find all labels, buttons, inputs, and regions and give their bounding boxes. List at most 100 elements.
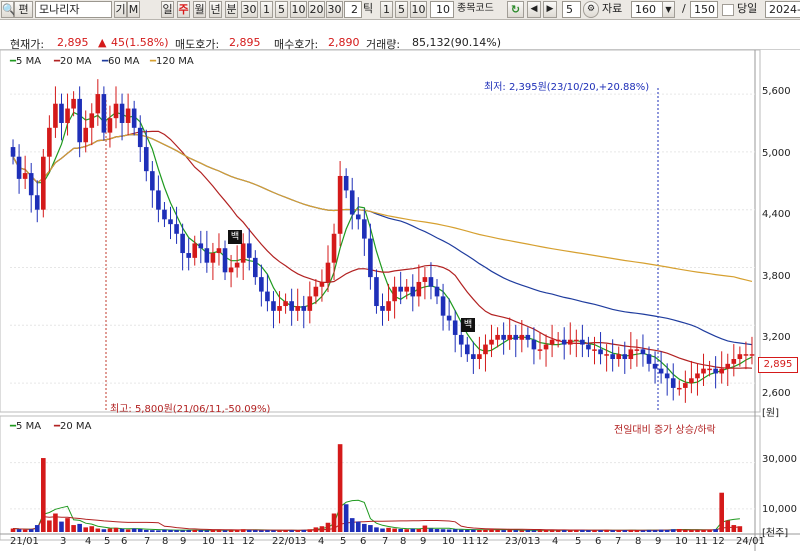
candle-body — [180, 233, 185, 254]
volume-bar — [198, 530, 204, 532]
volume-bar — [362, 523, 367, 532]
candle-body — [234, 262, 240, 268]
volume-bar — [325, 522, 331, 532]
volume-bar — [689, 529, 694, 532]
candle-body — [392, 286, 397, 302]
candle-body — [283, 301, 288, 307]
volume-bar — [392, 528, 397, 532]
volume-bar — [253, 530, 258, 532]
candle-body — [658, 368, 664, 374]
high-annotation: 최고: 5,800원(21/06/11,-50.09%) — [110, 404, 271, 415]
x-tick-label: 11 — [695, 536, 708, 547]
candle-body — [10, 147, 16, 157]
volume-bar — [28, 529, 34, 532]
x-tick-label: 24/01 — [736, 536, 765, 547]
volume-bar — [228, 530, 234, 532]
volume-bar — [313, 527, 319, 532]
candle-body — [77, 98, 82, 143]
volume-bar — [549, 530, 555, 532]
volume-note: 전일대비 증가 상승/하락 — [614, 425, 716, 436]
volume-bar — [77, 523, 82, 532]
candle-body — [434, 286, 440, 297]
current-price-tag: 2,895 — [758, 357, 798, 373]
vol-legend-20ma-label: 20 MA — [60, 421, 92, 432]
candle-body — [186, 253, 191, 258]
candle-body — [610, 354, 615, 360]
candle-body — [676, 387, 682, 390]
volume-bar — [483, 529, 488, 532]
volume-bar — [683, 529, 688, 532]
volume-bar — [695, 530, 700, 532]
candle-body — [192, 243, 198, 258]
volume-bar — [180, 530, 185, 532]
candle-body — [343, 175, 349, 191]
candle-body — [228, 267, 234, 273]
candle-body — [59, 103, 64, 123]
volume-bar — [410, 528, 416, 532]
candle-body — [380, 306, 385, 311]
candle-body — [458, 334, 464, 345]
volume-bar — [295, 530, 301, 532]
candle-body — [586, 344, 591, 350]
x-tick-label: 11 — [222, 536, 235, 547]
candle-body — [277, 306, 282, 311]
x-tick-label: 12 — [712, 536, 725, 547]
ma5-line — [12, 111, 753, 384]
candle-body — [731, 359, 737, 364]
candle-body — [337, 175, 343, 234]
volume-unit-label: [천주] — [762, 528, 789, 539]
ma120-line — [12, 133, 753, 282]
candle-body — [501, 334, 506, 340]
candle-body — [162, 209, 167, 220]
x-tick-label: 9 — [180, 536, 187, 547]
candle-body — [349, 190, 355, 215]
candle-body — [65, 108, 70, 123]
volume-bar — [349, 518, 355, 532]
volume-bar — [34, 525, 40, 532]
volume-bar — [458, 529, 464, 532]
volume-bar — [222, 530, 228, 532]
candle-body — [307, 296, 313, 311]
volume-bar — [234, 529, 240, 532]
x-tick-label: 7 — [144, 536, 151, 547]
volume-bar — [634, 530, 640, 532]
volume-bar — [404, 529, 410, 532]
candle-body — [246, 243, 252, 258]
volume-bar — [216, 530, 222, 532]
candle-body — [670, 378, 676, 388]
candle-body — [422, 277, 428, 282]
volume-bar — [555, 530, 561, 532]
candle-body — [362, 219, 367, 239]
y-tick-3200: 3,200 — [762, 332, 791, 343]
volume-bar — [513, 530, 519, 532]
volume-bar — [380, 528, 385, 532]
volume-bar — [283, 530, 288, 532]
volume-bar — [398, 528, 403, 532]
x-tick-label: 12 — [242, 536, 255, 547]
candle-body — [198, 243, 204, 249]
candle-body — [483, 344, 488, 355]
volume-bar — [670, 529, 676, 532]
volume-bar — [137, 528, 143, 532]
volume-bar — [277, 530, 282, 532]
candle-body — [543, 344, 549, 350]
candle-body — [174, 224, 179, 234]
candle-body — [204, 248, 210, 263]
stock-chart[interactable] — [0, 0, 800, 551]
volume-bar — [507, 529, 512, 532]
vol-legend-5ma-label: 5 MA — [16, 421, 42, 432]
candle-body — [580, 339, 585, 345]
volume-bar — [150, 530, 155, 532]
candle-body — [289, 301, 294, 311]
candle-body — [549, 339, 555, 345]
volume-bar — [22, 529, 28, 532]
candle-body — [71, 98, 76, 109]
volume-bar — [65, 518, 70, 532]
vol-legend-20ma: ━20 MA — [54, 421, 92, 432]
candle-body — [416, 281, 422, 297]
candle-body — [259, 277, 264, 292]
volume-bar — [119, 528, 125, 532]
candle-body — [404, 286, 410, 292]
volume-bar — [259, 530, 264, 532]
candle-body — [561, 339, 567, 345]
